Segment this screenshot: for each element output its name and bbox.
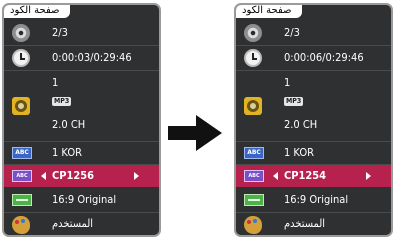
clock-icon xyxy=(12,49,30,67)
title-row[interactable]: 2/3 xyxy=(4,21,159,46)
clock-icon xyxy=(244,49,262,67)
palette-icon xyxy=(244,216,262,234)
audio-track-value: 1 xyxy=(52,76,59,89)
aspect-value: 16:9 Original xyxy=(284,193,349,206)
title-row[interactable]: 2/3 xyxy=(236,21,391,46)
code-page-row[interactable]: ABC CP1254 xyxy=(236,165,391,187)
audio-channels-value: 2.0 CH xyxy=(284,118,318,131)
time-value: 0:00:03/0:29:46 xyxy=(52,51,132,64)
subtitle-row[interactable]: ABC 1 KOR xyxy=(4,142,159,165)
arrow-right-icon[interactable] xyxy=(134,172,139,180)
picture-mode-row[interactable]: المستخدم xyxy=(4,213,159,235)
audio-track-value: 1 xyxy=(284,76,291,89)
arrow-left-icon[interactable] xyxy=(273,172,278,180)
audio-codec-badge: MP3 xyxy=(284,97,304,106)
title-value: 2/3 xyxy=(284,26,300,39)
speaker-icon xyxy=(12,97,30,115)
audio-codec-wrap: MP3 xyxy=(52,93,72,107)
subtitle-icon: ABC xyxy=(244,147,264,159)
disc-icon xyxy=(12,24,30,42)
audio-row[interactable]: 1 MP3 2.0 CH xyxy=(236,71,391,142)
subtitle-value: 1 KOR xyxy=(52,146,82,159)
audio-codec-wrap: MP3 xyxy=(284,93,304,107)
audio-codec-badge: MP3 xyxy=(52,97,72,106)
info-panel-before: صفحة الكود 2/3 0:00:03/0:29:46 1 MP3 2.0… xyxy=(2,3,161,237)
code-page-row[interactable]: ABC CP1256 xyxy=(4,165,159,187)
subtitle-row[interactable]: ABC 1 KOR xyxy=(236,142,391,165)
picture-mode-value: المستخدم xyxy=(284,217,326,230)
aspect-row[interactable]: 16:9 Original xyxy=(4,188,159,213)
palette-icon xyxy=(12,216,30,234)
panel-tab-label: صفحة الكود xyxy=(4,5,70,18)
disc-icon xyxy=(244,24,262,42)
arrow-right-icon[interactable] xyxy=(366,172,371,180)
title-value: 2/3 xyxy=(52,26,68,39)
code-page-value: CP1256 xyxy=(52,169,95,182)
picture-mode-value: المستخدم xyxy=(52,217,94,230)
aspect-icon xyxy=(244,194,264,206)
subtitle-value: 1 KOR xyxy=(284,146,314,159)
time-row[interactable]: 0:00:06/0:29:46 xyxy=(236,46,391,71)
speaker-icon xyxy=(244,97,262,115)
info-panel-after: صفحة الكود 2/3 0:00:06/0:29:46 1 MP3 2.0… xyxy=(234,3,393,237)
code-page-icon: ABC xyxy=(244,170,264,182)
audio-row[interactable]: 1 MP3 2.0 CH xyxy=(4,71,159,142)
time-value: 0:00:06/0:29:46 xyxy=(284,51,364,64)
audio-channels-value: 2.0 CH xyxy=(52,118,86,131)
picture-mode-row[interactable]: المستخدم xyxy=(236,213,391,235)
subtitle-icon: ABC xyxy=(12,147,32,159)
time-row[interactable]: 0:00:03/0:29:46 xyxy=(4,46,159,71)
arrow-left-icon[interactable] xyxy=(41,172,46,180)
code-page-value: CP1254 xyxy=(284,169,327,182)
code-page-icon: ABC xyxy=(12,170,32,182)
aspect-value: 16:9 Original xyxy=(52,193,117,206)
panel-tab-label: صفحة الكود xyxy=(236,5,302,18)
aspect-icon xyxy=(12,194,32,206)
aspect-row[interactable]: 16:9 Original xyxy=(236,188,391,213)
